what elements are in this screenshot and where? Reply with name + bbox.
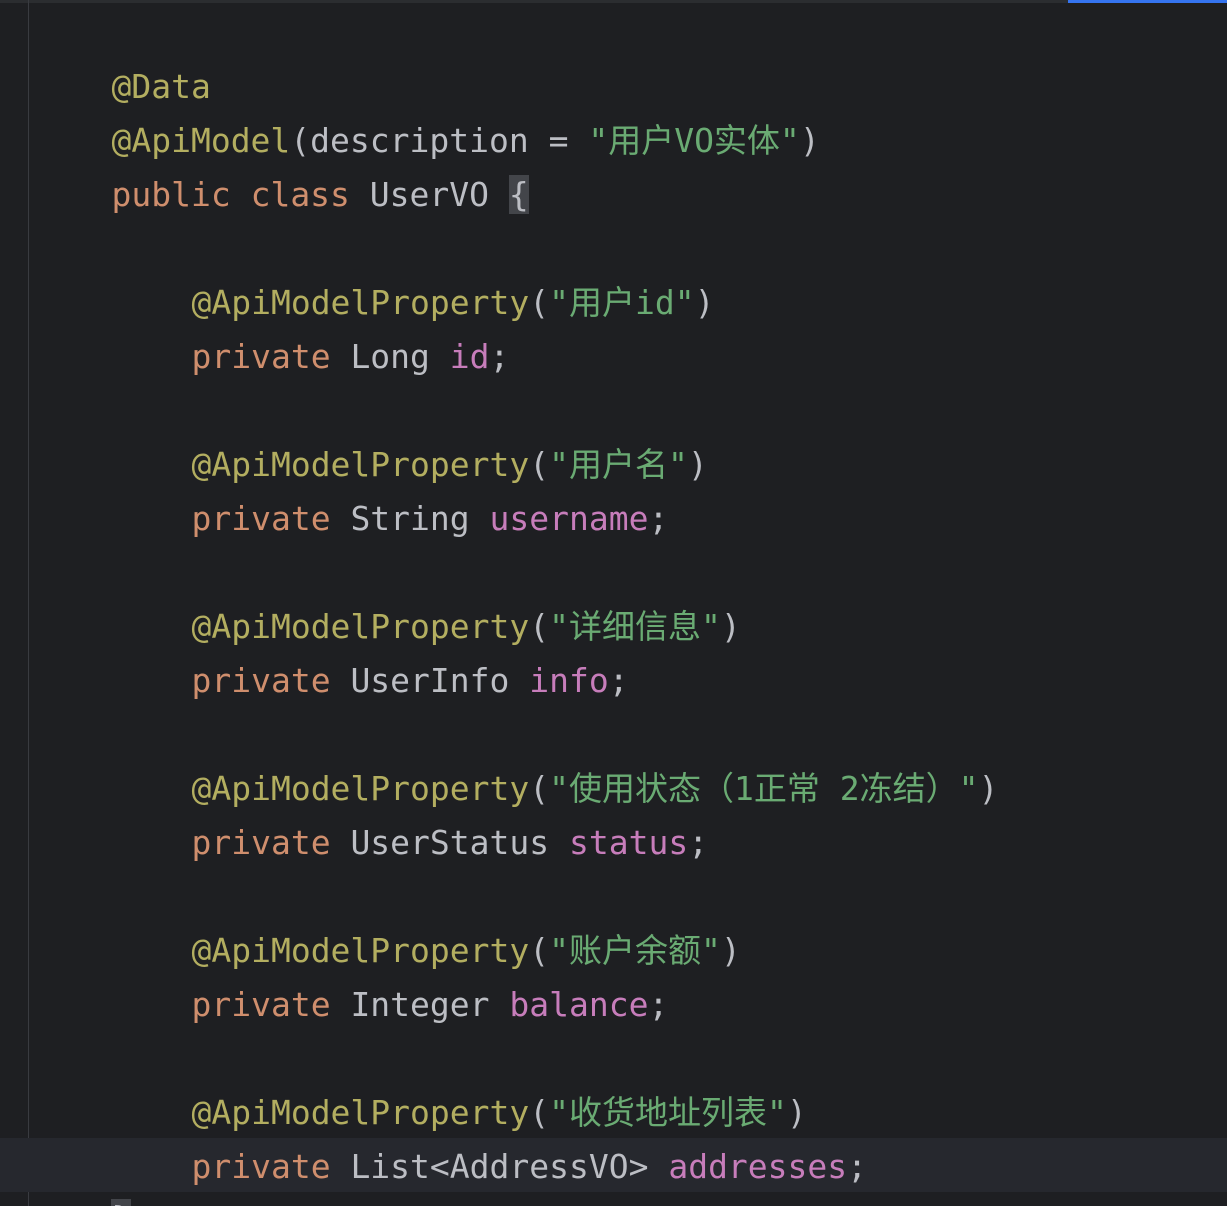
equals-sign: = [528, 121, 589, 160]
private-keyword: private [191, 985, 331, 1024]
paren-close: ) [978, 769, 999, 808]
private-keyword: private [191, 337, 331, 376]
field-type: UserInfo [350, 661, 510, 700]
code-editor[interactable]: @Data @ApiModel(description = "用户VO实体") … [0, 0, 1227, 1206]
paren-close: ) [687, 445, 708, 484]
open-brace-match: { [508, 175, 529, 214]
code-line-closing[interactable]: } [32, 1138, 132, 1206]
field-declaration-line[interactable]: private String username; [32, 438, 668, 538]
editor-top-border [0, 0, 1227, 3]
field-name: id [449, 337, 490, 376]
public-keyword: public [111, 175, 231, 214]
field-name: addresses [668, 1147, 848, 1186]
field-type: Integer [350, 985, 490, 1024]
field-type: String [350, 499, 470, 538]
semicolon: ; [847, 1147, 868, 1186]
semicolon: ; [648, 499, 669, 538]
field-type: UserStatus [350, 823, 550, 862]
private-keyword: private [191, 499, 331, 538]
active-tab-indicator [1068, 0, 1227, 3]
gutter-separator [28, 0, 29, 1206]
field-annotation-line[interactable]: @ApiModelProperty("账户余额") [32, 870, 740, 970]
code-line-2[interactable]: @ApiModel(description = "用户VO实体") [32, 60, 819, 160]
field-annotation-line[interactable]: @ApiModelProperty("用户名") [32, 384, 707, 484]
semicolon: ; [489, 337, 510, 376]
private-keyword: private [191, 661, 331, 700]
private-keyword: private [191, 823, 331, 862]
semicolon: ; [648, 985, 669, 1024]
field-type: List<AddressVO> [350, 1147, 649, 1186]
semicolon: ; [688, 823, 709, 862]
paren-close: ) [720, 607, 741, 646]
semicolon: ; [608, 661, 629, 700]
paren-close: ) [694, 283, 715, 322]
field-name: username [489, 499, 649, 538]
code-line-1[interactable]: @Data [32, 6, 210, 106]
field-annotation-line[interactable]: @ApiModelProperty("用户id") [32, 222, 714, 322]
field-annotation-line[interactable]: @ApiModelProperty("收货地址列表") [32, 1032, 806, 1132]
field-name: balance [509, 985, 649, 1024]
field-annotation-line[interactable]: @ApiModelProperty("详细信息") [32, 546, 740, 646]
field-declaration-line[interactable]: private List<AddressVO> addresses; [32, 1086, 867, 1186]
field-declaration-line[interactable]: private Integer balance; [32, 924, 668, 1024]
paren-close: ) [720, 931, 741, 970]
field-declaration-line[interactable]: private Long id; [32, 276, 509, 376]
field-declaration-line[interactable]: private UserInfo info; [32, 600, 628, 700]
field-annotation-line[interactable]: @ApiModelProperty("使用状态（1正常 2冻结）") [32, 708, 998, 808]
property-description-string: "用户id" [549, 283, 695, 322]
field-name: info [529, 661, 609, 700]
field-declaration-line[interactable]: private UserStatus status; [32, 762, 708, 862]
description-string: "用户VO实体" [588, 121, 800, 160]
close-brace-match: } [111, 1199, 132, 1206]
paren-close: ) [799, 121, 820, 160]
paren-open: ( [529, 283, 550, 322]
code-line-3[interactable]: public class UserVO { [32, 114, 529, 214]
field-type: Long [350, 337, 430, 376]
class-keyword: class [250, 175, 350, 214]
field-name: status [569, 823, 689, 862]
private-keyword: private [191, 1147, 331, 1186]
class-name: UserVO [369, 175, 490, 214]
